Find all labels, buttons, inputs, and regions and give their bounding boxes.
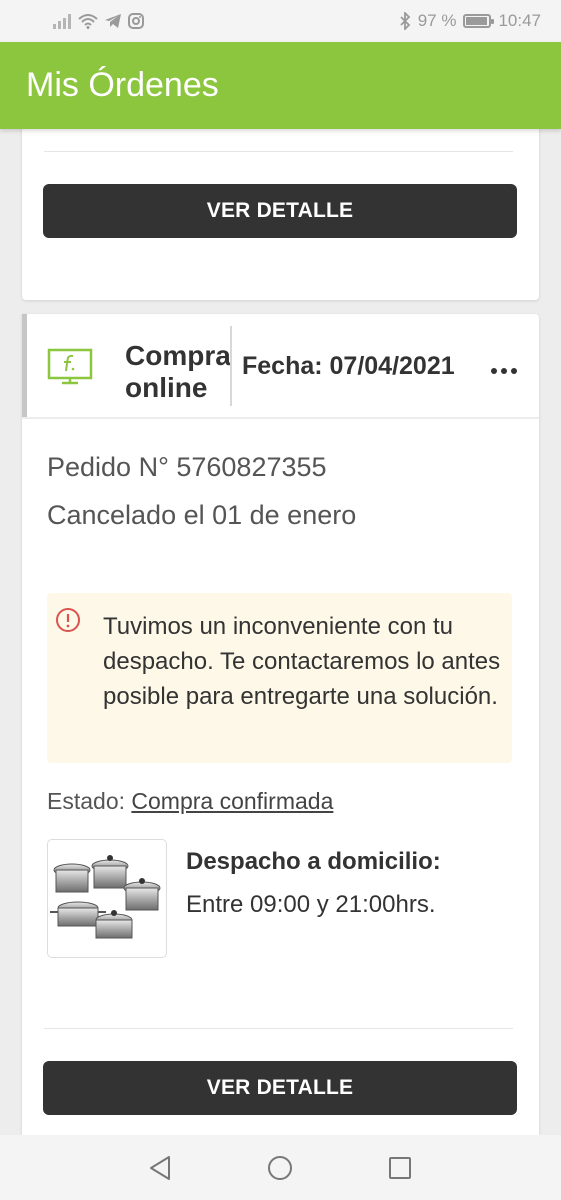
order-cancel-date: Cancelado el 01 de enero: [47, 500, 357, 530]
card-divider: [44, 1028, 513, 1029]
card-divider: [44, 151, 513, 152]
telegram-icon: [105, 14, 121, 28]
delivery-title: Despacho a domicilio:: [186, 848, 441, 875]
status-right: 97 % 10:47: [399, 11, 541, 31]
back-triangle-icon[interactable]: [145, 1153, 175, 1183]
view-detail-button[interactable]: VER DETALLE: [43, 184, 517, 238]
bluetooth-icon: [400, 12, 410, 30]
delivery-alert: Tuvimos un inconveniente con tu despacho…: [47, 593, 512, 763]
view-detail-button[interactable]: VER DETALLE: [43, 1061, 517, 1115]
battery-percent: 97 %: [417, 11, 457, 30]
alert-circle-icon: [56, 608, 80, 632]
battery-fill: [466, 17, 488, 25]
home-circle-icon[interactable]: [265, 1153, 295, 1183]
clock: 10:47: [498, 11, 541, 30]
order-card-header: Compra online Fecha: 07/04/2021: [22, 314, 539, 419]
system-nav-bar: [0, 1135, 561, 1200]
order-date: Fecha: 07/04/2021: [242, 352, 455, 380]
order-channel: Compra online: [125, 340, 231, 403]
cookware-image: [50, 855, 161, 939]
instagram-icon: [128, 13, 144, 29]
signal-icon: [53, 14, 71, 29]
state-label: Estado:: [47, 788, 125, 814]
order-card-previous: VER DETALLE: [22, 100, 539, 300]
app-bar: Mis Órdenes: [0, 42, 561, 129]
product-image: [47, 839, 167, 958]
order-card: Compra online Fecha: 07/04/2021 Pedido N…: [22, 314, 539, 1174]
delivery-time: Entre 09:00 y 21:00hrs.: [186, 891, 436, 918]
status-left: [52, 13, 144, 29]
order-number: Pedido N° 5760827355: [47, 452, 327, 482]
falabella-screen-icon: [47, 348, 93, 385]
order-state: Estado: Compra confirmada: [47, 788, 333, 815]
alert-message: Tuvimos un inconveniente con tu despacho…: [103, 613, 501, 710]
page-title: Mis Órdenes: [26, 66, 219, 104]
state-link[interactable]: Compra confirmada: [131, 788, 333, 814]
recents-square-icon[interactable]: [385, 1153, 415, 1183]
wifi-icon: [78, 14, 98, 29]
header-accent-bar: [22, 314, 27, 417]
status-bar: 97 % 10:47: [0, 0, 561, 42]
battery-icon: [463, 14, 495, 28]
more-dots-icon[interactable]: [490, 354, 518, 378]
header-separator: [230, 326, 232, 406]
